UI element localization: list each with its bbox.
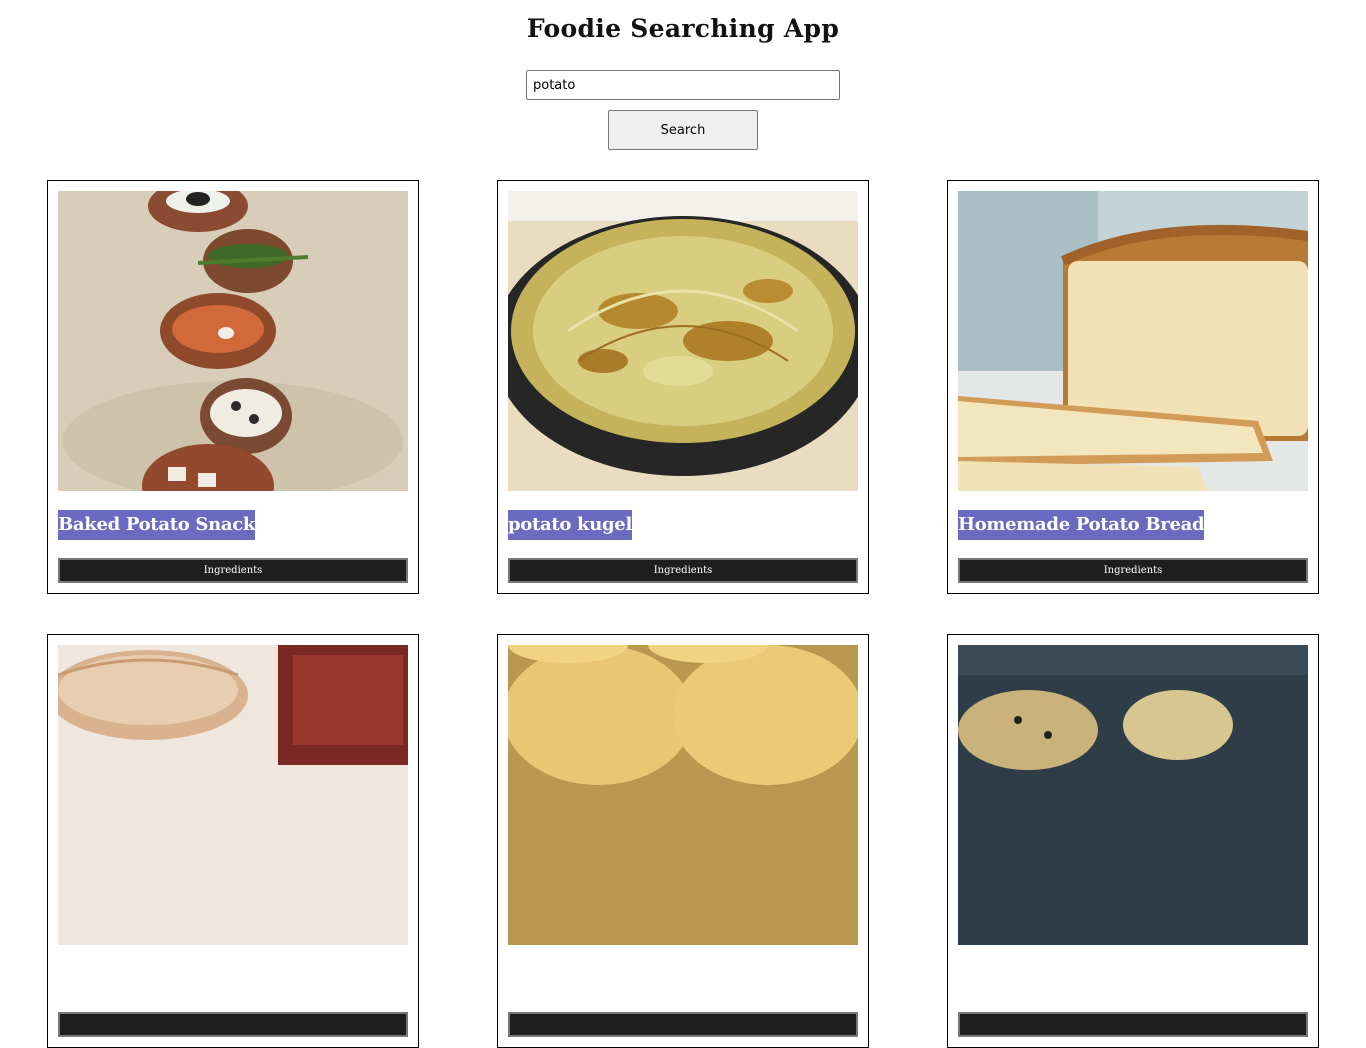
- recipe-title: Baked Potato Snack: [58, 510, 255, 540]
- potato-beef-image: [58, 645, 408, 945]
- potato-bake-image: [958, 645, 1308, 945]
- search-input[interactable]: [526, 70, 840, 100]
- ingredients-button[interactable]: Ingredients: [58, 558, 408, 583]
- potato-kugel-image: [508, 191, 858, 491]
- recipe-title: Homemade Potato Bread: [958, 510, 1205, 540]
- potato-bread-image: [958, 191, 1308, 491]
- app-title: Foodie Searching App: [526, 14, 840, 43]
- ingredients-button[interactable]: Ingredients: [508, 558, 858, 583]
- recipe-card: [947, 634, 1319, 1048]
- recipe-card: Baked Potato Snack Ingredients: [47, 180, 419, 594]
- recipe-title: potato kugel: [508, 510, 632, 540]
- recipe-card: [497, 634, 869, 1048]
- ingredients-button[interactable]: [958, 1012, 1308, 1037]
- search-button[interactable]: Search: [608, 110, 758, 150]
- baked-potato-image: [58, 191, 408, 491]
- ingredients-button[interactable]: [508, 1012, 858, 1037]
- ingredients-button[interactable]: [58, 1012, 408, 1037]
- recipe-grid: Baked Potato Snack Ingredients potato ku…: [47, 180, 1319, 1048]
- ingredients-button[interactable]: Ingredients: [958, 558, 1308, 583]
- recipe-card: Homemade Potato Bread Ingredients: [947, 180, 1319, 594]
- recipe-card: potato kugel Ingredients: [497, 180, 869, 594]
- potato-rolls-image: [508, 645, 858, 945]
- recipe-card: [47, 634, 419, 1048]
